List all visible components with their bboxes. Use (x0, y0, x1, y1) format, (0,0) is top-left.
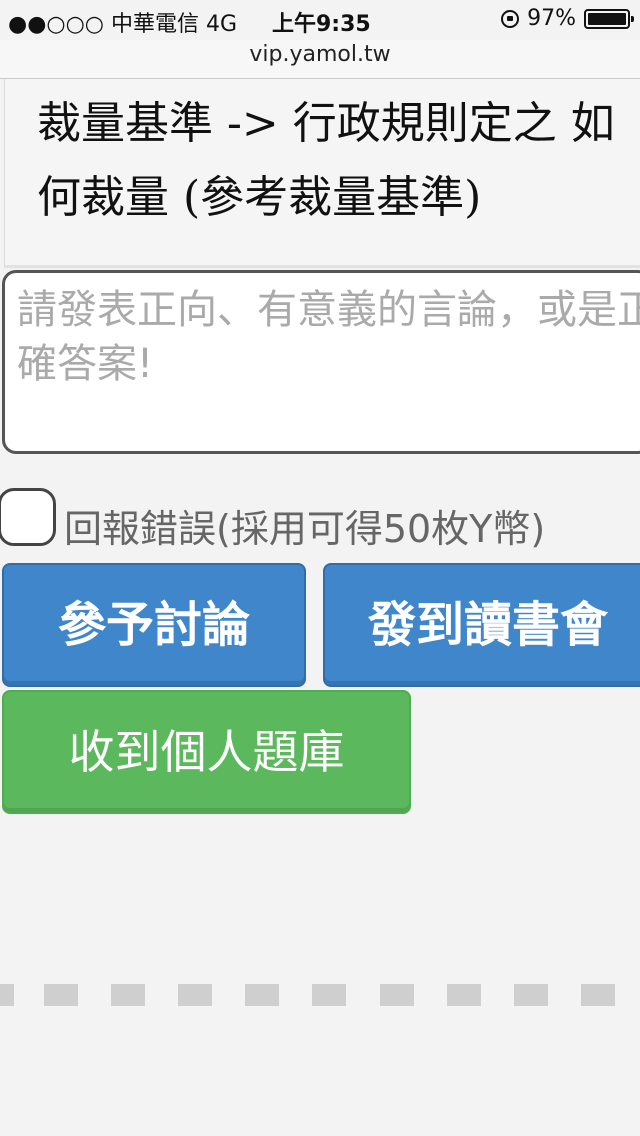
report-error-label[interactable]: 回報錯誤(採用可得50枚Y幣) (64, 498, 545, 553)
battery-icon (584, 8, 634, 29)
status-bar: ●●○○○ 中華電信 4G 上午9:35 97% (0, 0, 640, 40)
question-box: 裁量基準 -> 行政規則定之 如何裁量 (參考裁量基準) (4, 79, 640, 268)
join-discussion-button[interactable]: 參予討論 (2, 563, 306, 687)
report-error-row[interactable]: 回報錯誤(採用可得50枚Y幣) (0, 488, 640, 551)
dashed-divider (0, 984, 640, 1006)
add-to-question-bank-button[interactable]: 收到個人題庫 (2, 690, 411, 814)
question-text: 裁量基準 -> 行政規則定之 如何裁量 (參考裁量基準) (37, 98, 615, 223)
carrier-signal: ●●○○○ 中華電信 4G (8, 12, 238, 37)
lock-rotation-icon (501, 9, 520, 28)
comment-placeholder: 請發表正向、有意義的言論，或是正確答案! (17, 287, 640, 387)
report-error-checkbox[interactable] (0, 488, 56, 546)
status-time: 上午9:35 (272, 12, 371, 37)
battery-percent: 97% (527, 6, 576, 31)
address-bar[interactable]: vip.yamol.tw (0, 40, 640, 79)
url-text: vip.yamol.tw (249, 42, 391, 67)
post-to-study-group-button[interactable]: 發到讀書會 (323, 563, 640, 687)
status-right-group: 97% (501, 6, 634, 31)
comment-textarea[interactable]: 請發表正向、有意義的言論，或是正確答案! (2, 270, 640, 454)
